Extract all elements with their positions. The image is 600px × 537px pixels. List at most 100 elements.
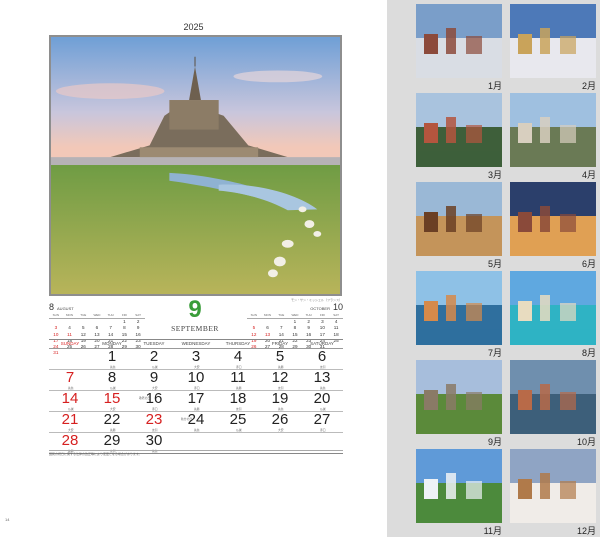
day-cell: 12 友引 — [259, 368, 301, 391]
weekday-header-sunday: SUNDAY — [49, 340, 91, 349]
thumbnail-label: 12月 — [576, 526, 596, 536]
rokuyo-label: 赤口 — [320, 427, 326, 432]
rokuyo-label: 赤口 — [194, 385, 200, 390]
month-thumbnail-5: 5月 — [416, 182, 502, 269]
thumbnail-image — [510, 93, 596, 167]
thumbnail-image — [416, 4, 502, 78]
day-number: 29 — [103, 431, 121, 449]
thumbnail-image — [416, 271, 502, 345]
rokuyo-label: 仏滅 — [68, 406, 74, 411]
day-number: 10 — [187, 368, 205, 386]
day-number: 7 — [65, 368, 75, 386]
day-number: 12 — [271, 368, 289, 386]
next-month-name: OCTOBER — [310, 306, 330, 311]
day-number: 11 — [230, 368, 246, 386]
prev-month-name: AUGUST — [57, 306, 74, 311]
day-cell: 7 先負 — [49, 368, 91, 391]
month-name: SEPTEMBER — [171, 324, 219, 333]
month-thumbnail-1: 1月 — [416, 4, 502, 91]
day-cell: 15 大安 敬老の日 — [91, 389, 150, 412]
day-cell: 3 大安 — [175, 348, 217, 370]
rokuyo-label: 先負 — [278, 406, 284, 411]
thumbnail-label: 7月 — [487, 348, 502, 358]
day-number: 26 — [271, 410, 289, 428]
rokuyo-label: 大安 — [194, 364, 200, 369]
day-number: 9 — [149, 368, 159, 386]
day-number: 17 — [187, 389, 205, 407]
day-number: 20 — [313, 389, 331, 407]
thumbnail-label: 11月 — [483, 526, 502, 536]
day-number: 22 — [103, 410, 121, 428]
month-thumbnail-11: 11月 — [416, 449, 502, 536]
day-cell: 19 先負 — [259, 389, 301, 412]
thumbnail-image — [510, 449, 596, 523]
rokuyo-label: 友引 — [236, 406, 242, 411]
day-cell: 13 先負 — [301, 369, 343, 391]
day-cell: 10 赤口 — [175, 368, 217, 391]
day-number: 15 — [103, 389, 121, 407]
thumbnail-image — [510, 271, 596, 345]
day-number: 27 — [313, 410, 331, 428]
day-cell — [49, 348, 91, 370]
day-number: 5 — [275, 347, 285, 365]
day-cell: 2 仏滅 — [133, 348, 175, 370]
day-number: 16 — [145, 389, 163, 407]
month-thumbnail-8: 8月 — [510, 271, 596, 358]
rokuyo-label: 友引 — [320, 364, 326, 369]
rokuyo-label: 先勝 — [194, 406, 200, 411]
day-number: 6 — [317, 347, 327, 365]
rokuyo-label: 大安 — [152, 385, 158, 390]
thumbnail-label: 6月 — [581, 259, 596, 269]
thumbnail-label: 2月 — [581, 81, 596, 91]
day-number: 18 — [229, 389, 247, 407]
thumbnail-label: 8月 — [581, 348, 596, 358]
rokuyo-label: 仏滅 — [152, 364, 158, 369]
rokuyo-label: 友引 — [278, 385, 284, 390]
day-number: 1 — [107, 347, 117, 365]
week-row: 7 先負 8 仏滅 9 大安 10 赤口 11 先勝 12 友引 13 先負 — [49, 368, 343, 391]
day-number: 30 — [145, 431, 163, 449]
rokuyo-label: 大安 — [68, 427, 74, 432]
rokuyo-label: 先負 — [194, 427, 200, 432]
rokuyo-label: 仏滅 — [110, 385, 116, 390]
rokuyo-label: 大安 — [278, 427, 284, 432]
month-thumbnail-9: 9月 — [416, 360, 502, 447]
day-cell: 17 先勝 — [175, 389, 217, 412]
month-thumbnail-4: 4月 — [510, 93, 596, 180]
prev-month-number: 8 — [49, 302, 55, 312]
thumbnail-image — [510, 360, 596, 434]
thumbnail-image — [510, 182, 596, 256]
thumbnail-image — [416, 182, 502, 256]
day-cell: 24 先負 — [175, 411, 217, 433]
month-thumbnail-12: 12月 — [510, 449, 596, 536]
day-cell: 1 先負 — [91, 347, 133, 370]
day-cell: 27 赤口 — [301, 410, 343, 433]
rokuyo-label: 先勝 — [236, 385, 242, 390]
rokuyo-label: 先負 — [320, 385, 326, 390]
day-number: 19 — [271, 389, 289, 407]
thumbnail-label: 4月 — [581, 170, 596, 180]
day-cell: 21 大安 — [49, 410, 91, 433]
day-number: 8 — [107, 368, 117, 386]
day-number: 23 — [145, 410, 163, 428]
day-number: 14 — [61, 389, 79, 407]
day-number: 21 — [61, 410, 79, 428]
thumbnail-image — [416, 93, 502, 167]
thumbnail-image — [510, 4, 596, 78]
weekday-header-wednesday: WEDNESDAY — [175, 340, 217, 349]
day-cell: 20 仏滅 — [301, 389, 343, 412]
weekday-header-tuesday: TUESDAY — [133, 340, 175, 349]
month-thumbnail-2: 2月 — [510, 4, 596, 91]
thumbnail-image — [416, 449, 502, 523]
day-number: 25 — [229, 410, 247, 428]
rokuyo-label: 先勝 — [278, 364, 284, 369]
month-thumbnail-10: 10月 — [510, 360, 596, 447]
day-cell: 6 友引 — [301, 347, 343, 370]
day-cell: 4 赤口 — [217, 348, 259, 370]
weekday-header-monday: MONDAY — [91, 340, 133, 349]
rokuyo-label: 仏滅 — [236, 427, 242, 432]
day-cell: 23 友引 秋分の日 — [133, 410, 192, 433]
day-cell: 22 先勝 — [91, 410, 133, 433]
rokuyo-label: 赤口 — [152, 406, 158, 411]
thumbnail-image — [416, 360, 502, 434]
